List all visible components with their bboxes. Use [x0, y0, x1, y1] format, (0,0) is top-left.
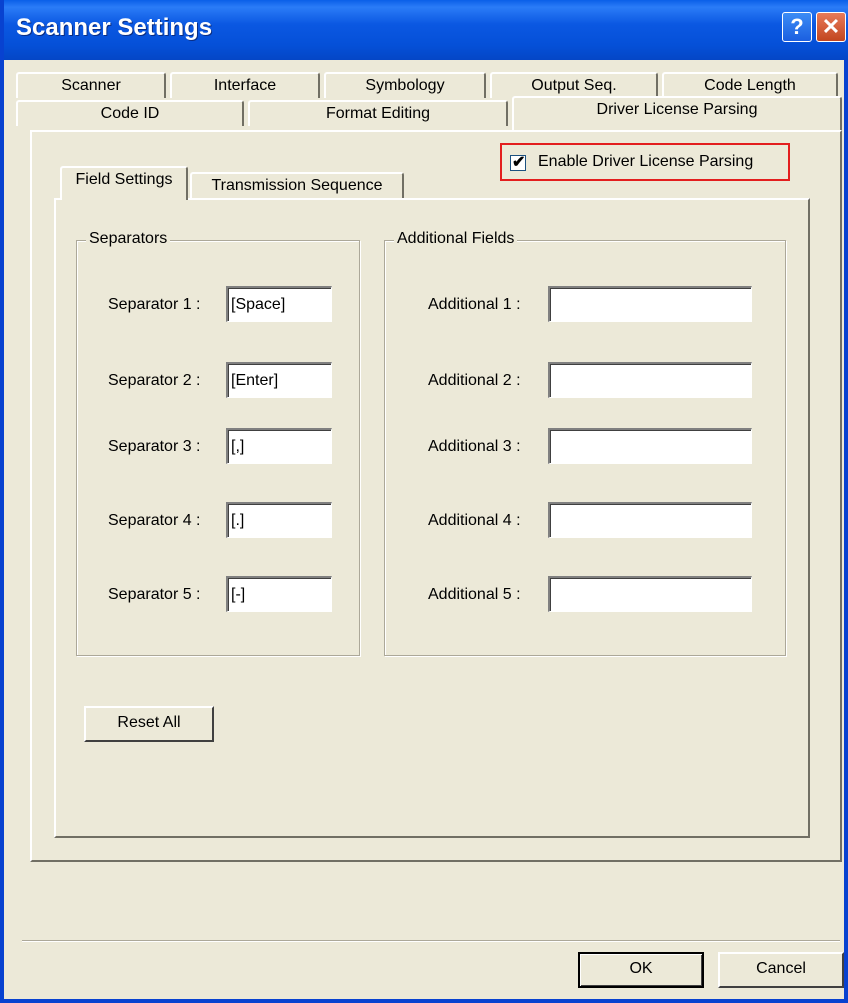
tab-driver-license-parsing[interactable]: Driver License Parsing: [512, 96, 842, 130]
tab-code-id[interactable]: Code ID: [16, 100, 244, 126]
additional-2-label: Additional 2 :: [428, 372, 521, 389]
title-bar[interactable]: Scanner Settings ? ✕: [4, 0, 848, 60]
help-button[interactable]: ?: [782, 12, 812, 42]
tab-format-editing[interactable]: Format Editing: [248, 100, 508, 126]
separator-2-label: Separator 2 :: [108, 372, 201, 389]
tab-symbology[interactable]: Symbology: [324, 72, 486, 98]
additional-5-input[interactable]: [548, 576, 752, 612]
separator-1-label: Separator 1 :: [108, 296, 201, 313]
window-title: Scanner Settings: [16, 14, 213, 41]
additional-3-label: Additional 3 :: [428, 438, 521, 455]
separator-2-input[interactable]: [226, 362, 332, 398]
checkbox-box[interactable]: ✔: [510, 154, 526, 171]
tab-scanner[interactable]: Scanner: [16, 72, 166, 98]
subtab-transmission-sequence[interactable]: Transmission Sequence: [190, 172, 404, 198]
subtab-field-settings[interactable]: Field Settings: [60, 166, 188, 200]
additional-4-label: Additional 4 :: [428, 512, 521, 529]
additional-2-input[interactable]: [548, 362, 752, 398]
tab-code-length[interactable]: Code Length: [662, 72, 838, 98]
cancel-button[interactable]: Cancel: [718, 952, 844, 988]
enable-driver-license-checkbox[interactable]: ✔ Enable Driver License Parsing: [500, 143, 790, 181]
separator-5-input[interactable]: [226, 576, 332, 612]
dialog-divider: [22, 940, 840, 942]
scanner-settings-dialog: Scanner Settings ? ✕ Scanner Interface S…: [0, 0, 848, 1003]
enable-checkbox-label: Enable Driver License Parsing: [538, 153, 754, 170]
ok-button[interactable]: OK: [578, 952, 704, 988]
additional-1-label: Additional 1 :: [428, 296, 521, 313]
separator-3-input[interactable]: [226, 428, 332, 464]
reset-all-button[interactable]: Reset All: [84, 706, 214, 742]
additional-1-input[interactable]: [548, 286, 752, 322]
checkmark-icon: ✔: [512, 154, 526, 171]
additional-3-input[interactable]: [548, 428, 752, 464]
tab-output-seq[interactable]: Output Seq.: [490, 72, 658, 98]
separator-5-label: Separator 5 :: [108, 586, 201, 603]
additional-5-label: Additional 5 :: [428, 586, 521, 603]
separator-1-input[interactable]: [226, 286, 332, 322]
separator-4-input[interactable]: [226, 502, 332, 538]
additional-4-input[interactable]: [548, 502, 752, 538]
close-button[interactable]: ✕: [816, 12, 846, 42]
separator-4-label: Separator 4 :: [108, 512, 201, 529]
additional-fields-group-title: Additional Fields: [394, 230, 518, 248]
tab-interface[interactable]: Interface: [170, 72, 320, 98]
separator-3-label: Separator 3 :: [108, 438, 201, 455]
separators-group-title: Separators: [86, 230, 171, 248]
